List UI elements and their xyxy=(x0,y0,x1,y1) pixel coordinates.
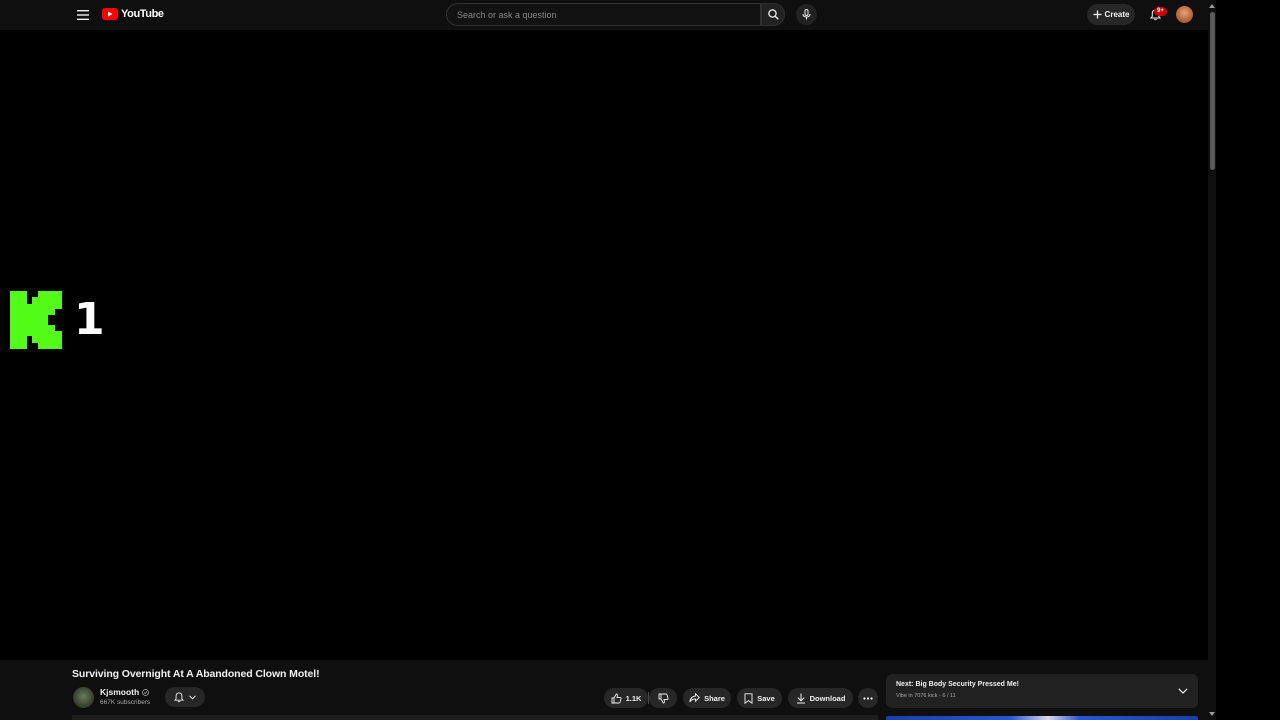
scroll-up-arrow[interactable] xyxy=(1209,3,1215,9)
arrow-up-icon xyxy=(1209,4,1215,8)
window-right-margin xyxy=(1216,0,1280,720)
subscribed-notifications-button[interactable] xyxy=(165,687,205,707)
bookmark-icon xyxy=(744,692,753,704)
save-label: Save xyxy=(757,693,775,703)
like-button[interactable]: 1.1K xyxy=(604,688,648,708)
scrollbar-thumb[interactable] xyxy=(1210,12,1215,170)
expand-playlist-button[interactable] xyxy=(1177,685,1189,697)
kick-logo-icon xyxy=(10,291,62,349)
chevron-down-icon xyxy=(189,694,196,700)
masthead: YouTube Create 9+ xyxy=(0,0,1208,30)
mic-icon xyxy=(802,9,811,20)
plus-icon xyxy=(1093,10,1102,19)
guide-menu-button[interactable] xyxy=(72,5,94,25)
player-overlay-graphic: 1 xyxy=(10,291,105,349)
channel-name-link[interactable]: Kjsmooth xyxy=(100,687,150,697)
description-box-edge xyxy=(72,715,878,720)
playlist-next-panel[interactable]: Next: Big Body Security Pressed Me! Vibe… xyxy=(886,674,1198,708)
more-icon xyxy=(863,696,873,700)
thumbs-down-icon xyxy=(658,693,668,703)
share-icon xyxy=(689,693,701,703)
share-button[interactable]: Share xyxy=(683,688,731,708)
scroll-down-arrow[interactable] xyxy=(1209,711,1215,717)
create-label: Create xyxy=(1104,10,1130,19)
search-box[interactable] xyxy=(446,3,761,26)
logo-text: YouTube xyxy=(121,8,164,20)
playlist-info: Vibe in 7076 kick - 6 / 11 xyxy=(896,693,956,699)
thumbs-up-icon xyxy=(611,693,622,703)
dislike-button[interactable] xyxy=(649,688,677,708)
account-avatar[interactable] xyxy=(1176,6,1193,23)
search-input[interactable] xyxy=(455,8,760,21)
save-button[interactable]: Save xyxy=(737,688,782,708)
notification-count-badge: 9+ xyxy=(1154,7,1167,16)
download-icon xyxy=(796,693,805,703)
channel-name: Kjsmooth xyxy=(100,687,140,697)
voice-search-button[interactable] xyxy=(796,4,817,25)
arrow-down-icon xyxy=(1209,712,1215,716)
more-actions-button[interactable] xyxy=(858,688,878,708)
youtube-logo-icon xyxy=(102,8,118,20)
playlist-thumbnail-edge xyxy=(886,716,1198,720)
channel-avatar[interactable] xyxy=(73,687,94,708)
video-player[interactable] xyxy=(0,30,1208,660)
download-button[interactable]: Download xyxy=(788,688,853,708)
video-title: Surviving Overnight At A Abandoned Clown… xyxy=(72,668,320,680)
overlay-number: 1 xyxy=(74,294,105,345)
download-label: Download xyxy=(809,693,846,703)
like-count: 1.1K xyxy=(625,693,642,703)
menu-icon xyxy=(77,10,89,20)
subscriber-count: 667K subscribers xyxy=(100,699,151,706)
share-label: Share xyxy=(704,693,725,703)
youtube-logo[interactable]: YouTube xyxy=(102,8,164,20)
bell-icon xyxy=(174,691,184,702)
next-video-title: Next: Big Body Security Pressed Me! xyxy=(896,681,1019,688)
search-button[interactable] xyxy=(761,3,785,26)
create-button[interactable]: Create xyxy=(1087,4,1135,25)
search-icon xyxy=(767,9,779,20)
verified-icon xyxy=(142,688,150,696)
chevron-down-icon xyxy=(1178,688,1188,694)
